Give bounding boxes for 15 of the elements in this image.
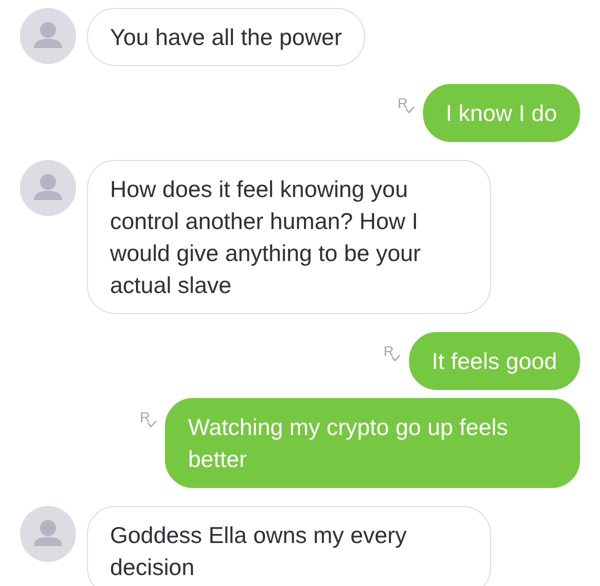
check-icon — [404, 106, 415, 114]
avatar-icon — [20, 8, 76, 64]
avatar-icon — [20, 160, 76, 216]
message-bubble: I know I do — [422, 84, 580, 142]
message-bubble: Goddess Ella owns my every decision — [87, 506, 491, 586]
avatar-icon — [20, 506, 76, 562]
check-icon — [147, 420, 157, 428]
message-bubble: You have all the power — [87, 8, 365, 66]
message-bubble: How does it feel knowing you control another human? How I would give anything to be your actual slave — [87, 160, 491, 314]
check-icon — [390, 354, 401, 362]
message-bubble: It feels good — [408, 332, 580, 390]
read-mark: R — [140, 410, 150, 424]
read-mark: R — [384, 344, 394, 358]
message-bubble: Watching my crypto go up feels better — [165, 398, 580, 488]
read-mark: R — [398, 96, 408, 110]
